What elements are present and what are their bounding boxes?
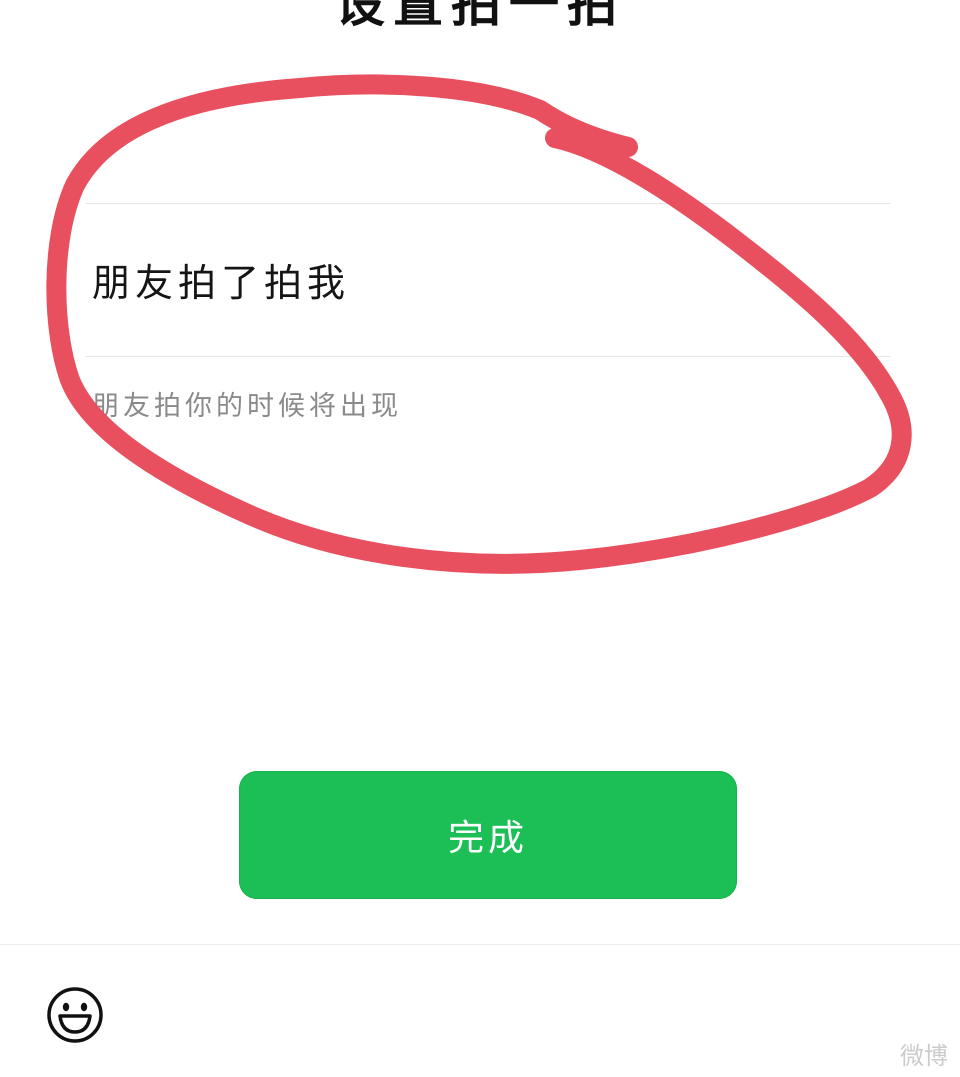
bottom-toolbar — [0, 944, 960, 1077]
watermark: 微博 — [900, 1036, 948, 1071]
done-button[interactable]: 完成 — [239, 771, 737, 899]
tickle-text-field[interactable]: 朋友拍了拍我 — [92, 252, 350, 307]
red-circle-annotation — [46, 74, 912, 574]
smiley-face-icon[interactable] — [46, 986, 104, 1044]
page-title: 设置拍一拍 — [335, 0, 625, 33]
input-divider — [86, 356, 890, 357]
done-button-label: 完成 — [447, 818, 528, 859]
weibo-watermark-text: 微博 — [900, 1042, 948, 1070]
hint-text: 朋友拍你的时候将出现 — [92, 391, 402, 422]
top-divider — [86, 203, 890, 204]
